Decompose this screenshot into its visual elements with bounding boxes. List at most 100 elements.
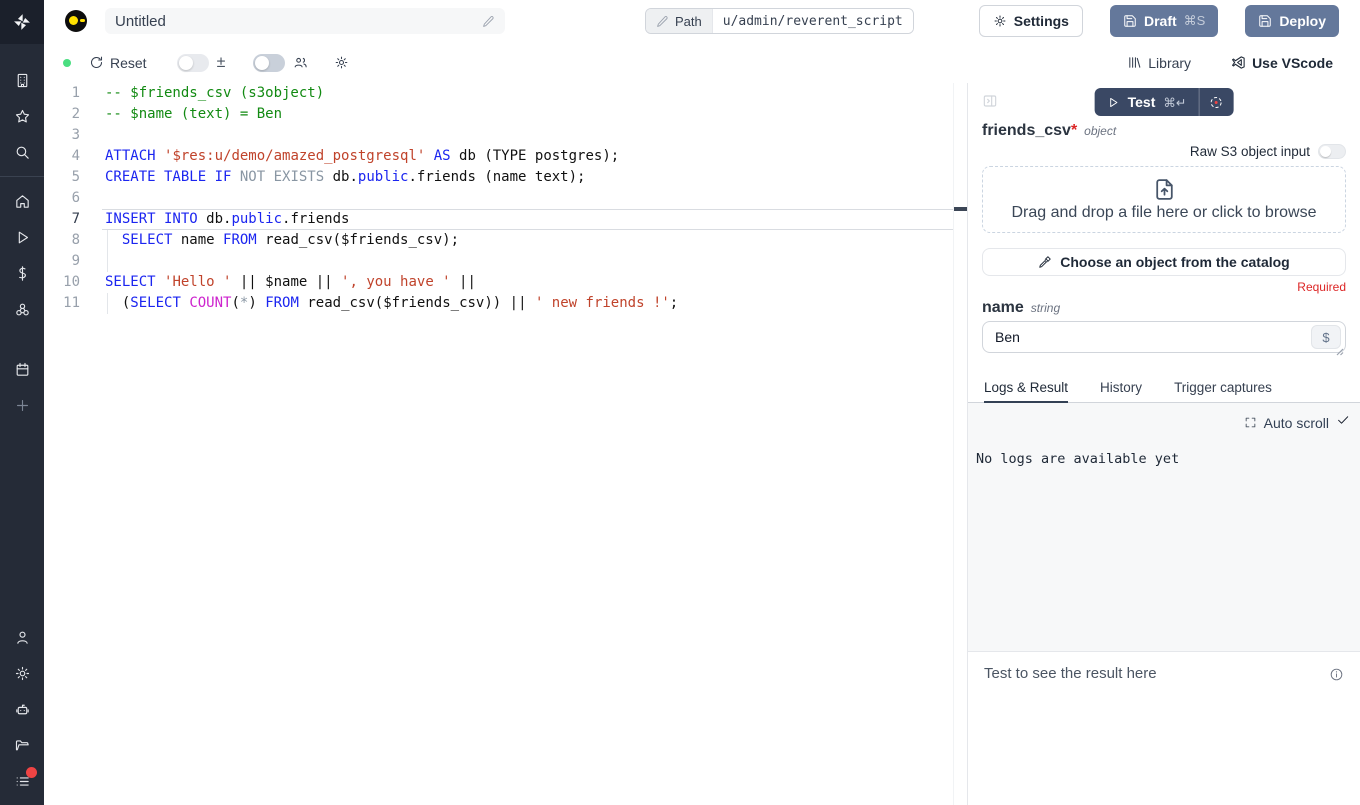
windmill-logo-icon (12, 12, 32, 32)
use-vscode-label: Use VScode (1252, 55, 1333, 71)
code-text: -- $friends_csv (s3object) (80, 83, 324, 104)
connection-status-dot (63, 59, 71, 67)
info-icon[interactable] (1329, 667, 1344, 682)
right-panel: Test ⌘↵ friends_csv* object (967, 83, 1360, 805)
capture-test-button[interactable] (1199, 88, 1233, 116)
code-line-3[interactable]: 3 (44, 125, 967, 146)
catalog-button-label: Choose an object from the catalog (1060, 254, 1289, 270)
code-line-10[interactable]: 10SELECT 'Hello ' || $name || ', you hav… (44, 272, 967, 293)
auto-scroll-label: Auto scroll (1264, 415, 1329, 431)
resize-handle[interactable] (1336, 343, 1344, 351)
line-number: 8 (44, 230, 80, 251)
code-text: CREATE TABLE IF NOT EXISTS db.public.fri… (80, 167, 585, 188)
path-value: u/admin/reverent_script (712, 9, 913, 33)
deploy-button[interactable]: Deploy (1245, 5, 1339, 37)
use-vscode-button[interactable]: Use VScode (1231, 55, 1333, 71)
path-label: Path (675, 14, 702, 29)
gear-icon (993, 14, 1007, 28)
reset-button[interactable]: Reset (89, 55, 147, 71)
library-icon (1127, 55, 1142, 70)
save-icon (1258, 14, 1272, 28)
schedules-icon[interactable] (0, 351, 44, 387)
test-button[interactable]: Test ⌘↵ (1095, 94, 1199, 110)
code-line-8[interactable]: 8 SELECT name FROM read_csv($friends_csv… (44, 230, 967, 251)
code-line-1[interactable]: 1-- $friends_csv (s3object) (44, 83, 967, 104)
check-icon (1336, 413, 1350, 432)
tab-history[interactable]: History (1100, 380, 1142, 402)
add-icon[interactable] (0, 387, 44, 423)
settings-icon[interactable] (0, 655, 44, 691)
eyedropper-icon (1038, 255, 1052, 269)
code-text: -- $name (text) = Ben (80, 104, 282, 125)
code-text: SELECT 'Hello ' || $name || ', you have … (80, 272, 476, 293)
code-text: SELECT name FROM read_csv($friends_csv); (80, 230, 459, 251)
auto-scroll-toggle[interactable]: Auto scroll (1244, 413, 1350, 432)
collapse-panel-icon[interactable] (982, 93, 998, 109)
code-text: (SELECT COUNT(*) FROM read_csv($friends_… (80, 293, 678, 314)
edit-path-pencil-icon (656, 15, 669, 28)
code-line-4[interactable]: 4ATTACH '$res:u/demo/amazed_postgresql' … (44, 146, 967, 167)
favorites-icon[interactable] (0, 98, 44, 134)
line-number: 1 (44, 83, 80, 104)
code-line-2[interactable]: 2-- $name (text) = Ben (44, 104, 967, 125)
tab-logs-result[interactable]: Logs & Result (984, 380, 1068, 402)
editor-settings-gear-icon[interactable] (334, 55, 349, 70)
raw-s3-toggle[interactable] (1318, 144, 1346, 159)
folders-icon[interactable] (0, 727, 44, 763)
library-button[interactable]: Library (1127, 55, 1191, 71)
reset-label: Reset (110, 55, 147, 71)
draft-label: Draft (1144, 13, 1177, 29)
name-field-header: name string (982, 299, 1346, 317)
path-button[interactable]: Path u/admin/reverent_script (645, 8, 914, 34)
ai-assistant-icon[interactable] (0, 691, 44, 727)
app-window: Path u/admin/reverent_script Settings Dr… (0, 0, 1360, 805)
settings-button[interactable]: Settings (979, 5, 1083, 37)
cursor-position-mark (954, 207, 967, 211)
code-text: INSERT INTO db.public.friends (80, 209, 349, 230)
script-title-input[interactable] (115, 13, 482, 30)
code-line-9[interactable]: 9 (44, 251, 967, 272)
workspace-icon[interactable] (0, 62, 44, 98)
expand-icon (1244, 416, 1257, 429)
overview-ruler (953, 83, 967, 805)
line-number: 4 (44, 146, 80, 167)
home-icon[interactable] (0, 183, 44, 219)
line-number: 6 (44, 188, 80, 209)
choose-object-catalog-button[interactable]: Choose an object from the catalog (982, 248, 1346, 276)
diff-toggle[interactable] (177, 54, 209, 72)
file-upload-icon (1152, 177, 1177, 202)
audit-logs-icon[interactable] (0, 763, 44, 799)
variables-icon[interactable] (0, 255, 44, 291)
code-line-5[interactable]: 5CREATE TABLE IF NOT EXISTS db.public.fr… (44, 167, 967, 188)
multiplayer-toggle[interactable] (253, 54, 285, 72)
name-input[interactable] (983, 329, 1311, 345)
test-label: Test (1128, 94, 1156, 110)
raw-s3-toggle-label: Raw S3 object input (1190, 144, 1310, 159)
user-icon[interactable] (0, 619, 44, 655)
code-editor[interactable]: 1-- $friends_csv (s3object)2-- $name (te… (44, 83, 967, 805)
tab-trigger-captures[interactable]: Trigger captures (1174, 380, 1272, 402)
field-type: string (1031, 301, 1060, 315)
code-line-7[interactable]: 7INSERT INTO db.public.friends (44, 209, 967, 230)
runs-icon[interactable] (0, 219, 44, 255)
save-icon (1123, 14, 1137, 28)
script-title-field[interactable] (105, 8, 505, 34)
result-placeholder: Test to see the result here (984, 665, 1157, 682)
test-shortcut: ⌘↵ (1163, 95, 1186, 110)
vscode-icon (1231, 55, 1246, 70)
resources-icon[interactable] (0, 291, 44, 327)
refresh-icon (89, 55, 104, 70)
logs-empty-message: No logs are available yet (976, 451, 1350, 467)
search-icon[interactable] (0, 134, 44, 170)
test-button-group: Test ⌘↵ (1095, 88, 1234, 116)
multiplayer-users-icon[interactable] (293, 55, 308, 70)
required-hint: Required (982, 280, 1346, 294)
code-line-11[interactable]: 11 (SELECT COUNT(*) FROM read_csv($frien… (44, 293, 967, 314)
draft-button[interactable]: Draft ⌘S (1110, 5, 1218, 37)
file-dropzone[interactable]: Drag and drop a file here or click to br… (982, 166, 1346, 233)
capture-icon (1209, 95, 1224, 110)
edit-title-pencil-icon[interactable] (482, 15, 495, 28)
top-bar: Path u/admin/reverent_script Settings Dr… (44, 0, 1360, 42)
code-line-6[interactable]: 6 (44, 188, 967, 209)
windmill-logo[interactable] (0, 0, 44, 44)
